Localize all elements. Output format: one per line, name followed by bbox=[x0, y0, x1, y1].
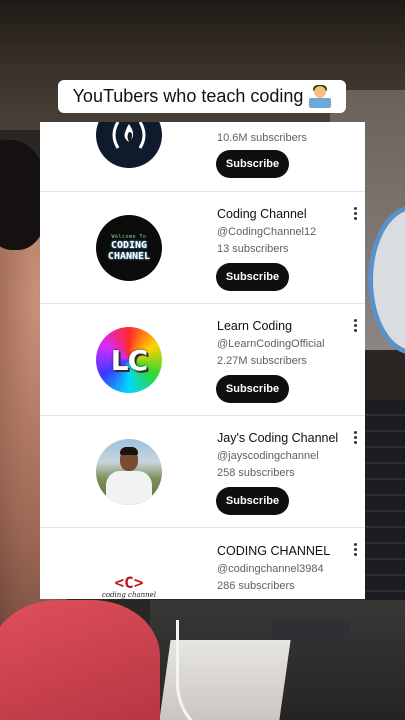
channel-handle: @jayscodingchannel bbox=[217, 450, 319, 462]
video-caption: YouTubers who teach coding bbox=[58, 80, 346, 113]
channel-avatar-coding-channel-red[interactable]: <C> coding channel bbox=[96, 554, 162, 599]
avatar-label: coding channel bbox=[101, 591, 157, 599]
more-options-icon[interactable] bbox=[350, 542, 360, 558]
channel-row[interactable]: Welcome To CODING CHANNEL Coding Channel… bbox=[40, 192, 365, 304]
more-options-icon[interactable] bbox=[350, 430, 360, 446]
channel-name[interactable]: Jay's Coding Channel bbox=[217, 431, 338, 445]
channel-subscribers: 2.27M subscribers bbox=[217, 355, 307, 367]
channel-subscribers: 13 subscribers bbox=[217, 243, 289, 255]
channel-name[interactable]: Coding Channel bbox=[217, 207, 316, 221]
more-options-icon[interactable] bbox=[350, 206, 360, 222]
subscribe-button[interactable]: Subscribe bbox=[216, 263, 289, 291]
channel-row[interactable]: Jay's Coding Channel @jayscodingchannel … bbox=[40, 416, 365, 528]
channel-name[interactable]: CODING CHANNEL bbox=[217, 544, 330, 558]
channel-row[interactable]: 10.6M subscribers Subscribe bbox=[40, 122, 365, 192]
background-cable bbox=[176, 620, 309, 720]
avatar-line1: CODING bbox=[110, 240, 148, 251]
fire-icon bbox=[112, 122, 146, 149]
subscribe-button[interactable]: Subscribe bbox=[216, 487, 289, 515]
channel-avatar-learn-coding[interactable]: LC bbox=[96, 327, 162, 393]
channel-row[interactable]: <C> coding channel CODING CHANNEL @codin… bbox=[40, 528, 365, 599]
channel-subscribers: 10.6M subscribers bbox=[217, 132, 307, 144]
channel-handle: @CodingChannel12 bbox=[217, 226, 317, 238]
more-options-icon[interactable] bbox=[350, 318, 360, 334]
channel-subscribers: 258 subscribers bbox=[217, 467, 295, 479]
channel-search-results: 10.6M subscribers Subscribe Welcome To C… bbox=[40, 122, 365, 599]
technologist-emoji-icon bbox=[309, 84, 332, 108]
channel-handle: @codingchannel3984 bbox=[217, 563, 324, 575]
avatar-logo: <C> bbox=[114, 573, 144, 592]
caption-text: YouTubers who teach coding bbox=[72, 86, 304, 106]
avatar-text: LC bbox=[110, 343, 148, 377]
channel-row[interactable]: LC Learn Coding @LearnCodingOfficial 2.2… bbox=[40, 304, 365, 416]
channel-subscribers: 286 subscribers bbox=[217, 580, 295, 592]
channel-avatar-freecodecamp[interactable] bbox=[96, 122, 162, 168]
channel-avatar-jays-coding[interactable] bbox=[96, 439, 162, 505]
channel-name[interactable]: Learn Coding bbox=[217, 319, 325, 333]
channel-handle: @LearnCodingOfficial bbox=[217, 338, 325, 350]
subscribe-button[interactable]: Subscribe bbox=[216, 150, 289, 178]
avatar-line2: CHANNEL bbox=[107, 251, 151, 262]
background-keyboard bbox=[365, 400, 405, 620]
subscribe-button[interactable]: Subscribe bbox=[216, 375, 289, 403]
channel-avatar-coding-channel[interactable]: Welcome To CODING CHANNEL bbox=[96, 215, 162, 281]
background-person-shirt bbox=[0, 600, 160, 720]
